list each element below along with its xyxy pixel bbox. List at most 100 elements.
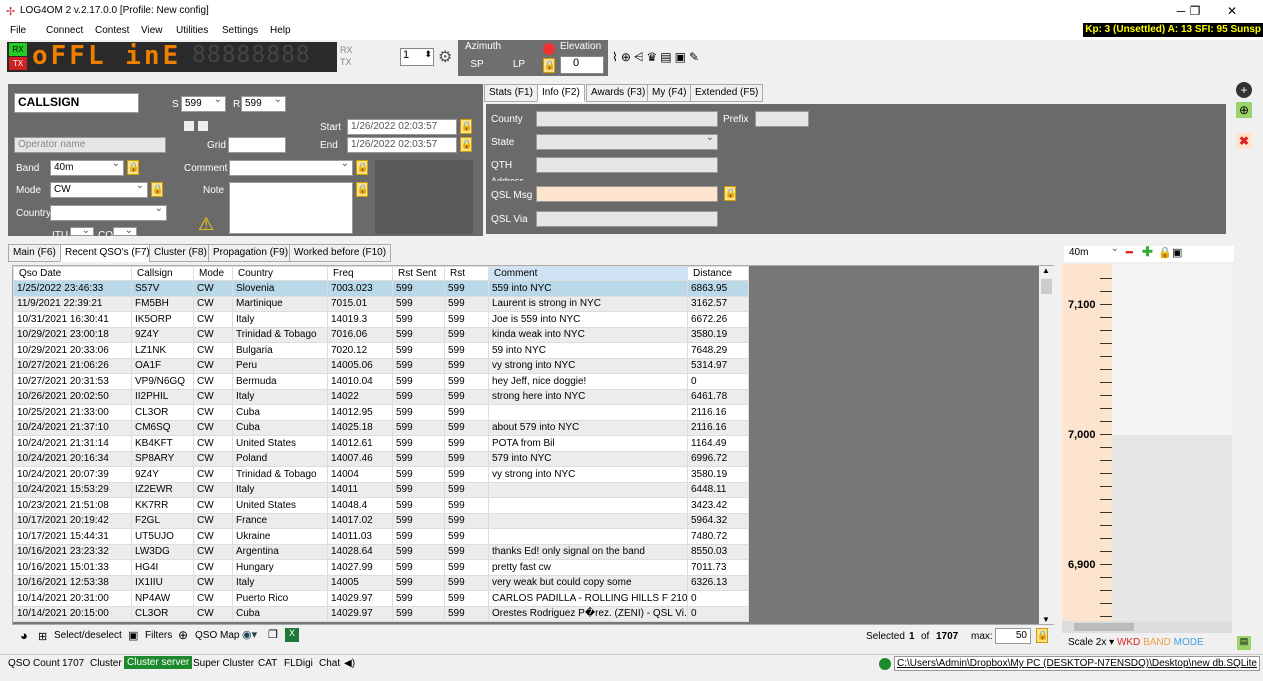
column-header[interactable]: Comment (488, 266, 688, 281)
toggle-box-2[interactable] (198, 121, 208, 131)
elevation-spinner[interactable]: 0 (560, 56, 604, 74)
zoom-in-icon[interactable]: ✚ (1142, 244, 1153, 260)
qsl-msg-lock-icon[interactable]: 🔒 (724, 186, 736, 201)
antenna-icon[interactable]: ⩤ (634, 50, 647, 64)
tab-worked-before[interactable]: Worked before (F10) (289, 244, 392, 262)
rst-sent-select[interactable]: 599 (181, 94, 226, 112)
column-header[interactable]: Qso Date (13, 266, 132, 281)
table-row[interactable]: 10/29/2021 20:33:06 LZ1NK CW Bulgaria 7020.1… (13, 342, 749, 359)
cluster-server-status[interactable]: Cluster server (124, 656, 193, 669)
sp-button[interactable]: SP (458, 56, 496, 76)
country-select[interactable] (50, 203, 167, 221)
operator-name-input[interactable]: Operator name (14, 137, 166, 153)
qth-input[interactable] (536, 157, 718, 173)
tab-my[interactable]: My (F4) (647, 84, 692, 102)
table-row[interactable]: 10/16/2021 23:23:32 LW3DG CW Argentina 14028… (13, 543, 749, 560)
tab-info[interactable]: Info (F2) (537, 84, 585, 102)
table-row[interactable]: 10/23/2021 21:51:08 KK7RR CW United States 1… (13, 497, 749, 514)
table-row[interactable]: 10/25/2021 21:33:00 CL3OR CW Cuba 14012.95 59… (13, 404, 749, 421)
close-panel-icon[interactable]: ✖ (1236, 133, 1252, 149)
state-select[interactable] (536, 132, 718, 150)
toggle-box-1[interactable] (184, 121, 194, 131)
prefix-input[interactable] (755, 111, 809, 127)
column-header[interactable]: Mode (193, 266, 233, 281)
table-row[interactable]: 10/24/2021 21:37:10 CM6SQ CW Cuba 14025.18 59… (13, 419, 749, 436)
bandmap-band-select[interactable]: 40m (1066, 243, 1122, 262)
grid-input[interactable] (228, 137, 286, 153)
bandmap-side-icon[interactable]: ▤ (1237, 636, 1251, 650)
menu-help[interactable]: Help (270, 25, 291, 36)
table-row[interactable]: 11/9/2021 22:39:21 FM5BH CW Martinique 7015.… (13, 295, 749, 312)
table-row[interactable]: 10/17/2021 20:19:42 F2GL CW France 14017.02 5… (13, 512, 749, 529)
tab-extended[interactable]: Extended (F5) (690, 84, 764, 102)
bandmap-hscroll[interactable] (1062, 621, 1232, 633)
antenna-spinner[interactable]: 1 ⬍ (400, 48, 434, 66)
max-input[interactable]: 50 (995, 628, 1031, 644)
column-header[interactable]: Country (232, 266, 328, 281)
globe-icon[interactable]: ⊕ (621, 50, 634, 64)
chat-status[interactable]: Chat (319, 658, 340, 669)
cat-status[interactable]: CAT (258, 658, 277, 669)
vertical-scrollbar[interactable]: ▲ ▼ (1039, 266, 1054, 624)
table-row[interactable]: 10/16/2021 15:01:33 HG4I CW Hungary 14027.99… (13, 559, 749, 576)
comment-select[interactable] (229, 158, 353, 176)
band-lock-icon[interactable]: 🔒 (127, 160, 139, 175)
column-header[interactable]: Rst Sent (392, 266, 445, 281)
menu-file[interactable]: File (10, 25, 26, 36)
scale-select[interactable]: Scale 2x (1068, 637, 1106, 648)
menu-contest[interactable]: Contest (95, 25, 129, 36)
county-input[interactable] (536, 111, 718, 127)
excel-icon[interactable]: X (285, 628, 299, 642)
table-row[interactable]: 10/31/2021 16:30:41 IK5ORP CW Italy 14019.3 5… (13, 311, 749, 328)
end-lock-icon[interactable]: 🔒 (460, 137, 472, 152)
radio-icon[interactable]: ▣ (675, 50, 689, 64)
earth-icon[interactable]: ◉▾ (242, 628, 257, 641)
table-row[interactable]: 10/14/2021 20:31:00 NP4AW CW Puerto Rico 140… (13, 590, 749, 607)
table-row[interactable]: 10/27/2021 21:06:26 OA1F CW Peru 14005.06 599… (13, 357, 749, 374)
column-header[interactable]: Distance (687, 266, 749, 281)
tab-cluster[interactable]: Cluster (F8) (149, 244, 212, 262)
filter-icon[interactable]: ▣ (128, 629, 138, 642)
rig-icon[interactable]: ▤ (660, 50, 674, 64)
map-globe-icon[interactable]: ⊕ (178, 628, 188, 642)
column-header[interactable]: Callsign (131, 266, 194, 281)
select-deselect-button[interactable]: Select/deselect (54, 630, 122, 641)
mode-lock-icon[interactable]: 🔒 (151, 182, 163, 197)
scroll-up-icon[interactable]: ▲ (1042, 266, 1050, 275)
table-row[interactable]: 10/24/2021 20:07:39 9Z4Y CW Trinidad & Toba… (13, 466, 749, 483)
tab-recent-qsos[interactable]: Recent QSO's (F7) (60, 244, 155, 262)
table-row[interactable]: 10/26/2021 20:02:50 II2PHIL CW Italy 14022 59… (13, 388, 749, 405)
globe-side-icon[interactable]: ⊕ (1236, 102, 1252, 118)
qso-map-button[interactable]: QSO Map (195, 630, 239, 641)
itu-select[interactable] (70, 225, 94, 236)
table-row[interactable]: 10/16/2021 12:53:38 IX1IIU CW Italy 14005 599… (13, 574, 749, 591)
cluster-status[interactable]: Cluster (90, 658, 122, 669)
refresh-icon[interactable]: ◕ (20, 628, 28, 643)
close-button[interactable]: ✕ (1214, 2, 1250, 20)
bandmap-radio-icon[interactable]: ▣ (1172, 246, 1182, 259)
table-row[interactable]: 10/14/2021 20:15:00 CL3OR CW Cuba 14029.97 59… (13, 605, 749, 622)
add-icon[interactable]: + (1236, 82, 1252, 98)
maximize-button[interactable]: ❐ (1177, 2, 1213, 20)
table-row[interactable]: 10/24/2021 20:16:34 SP8ARY CW Poland 14007.4… (13, 450, 749, 467)
database-path[interactable]: C:\Users\Admin\Dropbox\My PC (DESKTOP-N7… (894, 656, 1260, 671)
note-lock-icon[interactable]: 🔒 (356, 182, 368, 197)
zoom-out-icon[interactable]: ━ (1126, 246, 1133, 259)
super-cluster-status[interactable]: Super Cluster (193, 658, 254, 669)
max-lock-icon[interactable]: 🔒 (1036, 628, 1048, 643)
lock-icon[interactable]: 🔒 (543, 58, 555, 73)
menu-view[interactable]: View (141, 25, 163, 36)
qsl-via-input[interactable] (536, 211, 718, 227)
table-row[interactable]: 10/29/2021 23:00:18 9Z4Y CW Trinidad & Toba… (13, 326, 749, 343)
table-row[interactable]: 1/25/2022 23:46:33 S57V CW Slovenia 7003.023… (13, 280, 749, 297)
callsign-input[interactable]: CALLSIGN (14, 93, 139, 113)
pen-icon[interactable]: ✎ (689, 50, 702, 64)
rss-icon[interactable]: ⌇ (612, 50, 621, 64)
table-row[interactable]: 10/27/2021 20:31:53 VP9/N6GQ CW Bermuda 1401… (13, 373, 749, 390)
cq-select[interactable] (113, 225, 137, 236)
comment-lock-icon[interactable]: 🔒 (356, 160, 368, 175)
fldigi-status[interactable]: FLDigi (284, 658, 313, 669)
rst-rcvd-select[interactable]: 599 (241, 94, 286, 112)
tab-stats[interactable]: Stats (F1) (484, 84, 538, 102)
crown-icon[interactable]: ♛ (647, 50, 661, 64)
